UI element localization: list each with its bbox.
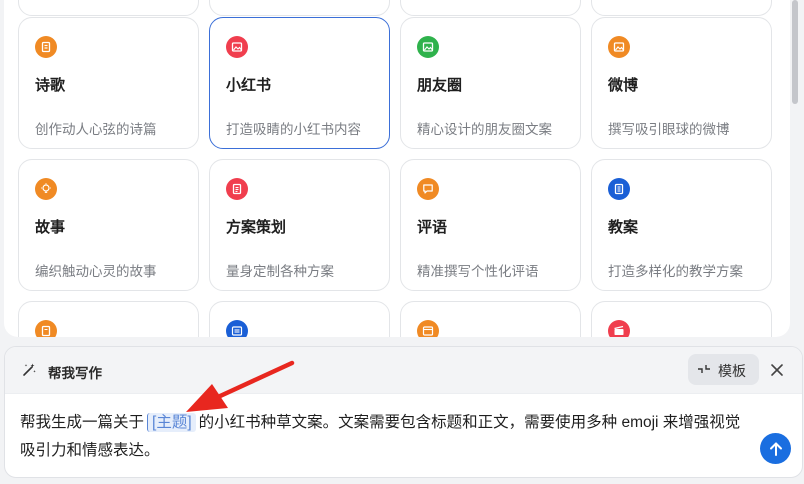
card-description: 精准撰写个性化评语 <box>417 264 539 279</box>
send-button[interactable] <box>760 433 791 464</box>
template-card-story[interactable]: 故事 编织触动心灵的故事 <box>18 159 199 291</box>
film-icon <box>608 320 630 337</box>
card-description: 编织触动心灵的故事 <box>35 264 157 279</box>
scrollbar-thumb[interactable] <box>792 0 798 104</box>
topic-placeholder[interactable]: [主题] <box>147 413 196 432</box>
image-icon <box>417 36 439 58</box>
panel-header: 帮我写作 模板 <box>5 347 802 394</box>
template-card[interactable] <box>209 0 390 16</box>
template-card[interactable] <box>591 301 772 337</box>
template-card[interactable] <box>400 301 581 337</box>
window-icon <box>417 320 439 337</box>
comment-icon <box>417 178 439 200</box>
list-icon <box>226 320 248 337</box>
card-title: 评语 <box>417 219 448 236</box>
panel-title: 帮我写作 <box>48 366 102 381</box>
magic-wand-icon <box>23 363 36 376</box>
card-title: 朋友圈 <box>417 77 463 94</box>
template-card-moments[interactable]: 朋友圈 精心设计的朋友圈文案 <box>400 17 581 149</box>
card-description: 精心设计的朋友圈文案 <box>417 122 552 137</box>
card-description: 创作动人心弦的诗篇 <box>35 122 157 137</box>
card-description: 撰写吸引眼球的微博 <box>608 122 730 137</box>
template-button-label: 模板 <box>718 363 746 379</box>
lightbulb-icon <box>35 178 57 200</box>
template-card[interactable] <box>400 0 581 16</box>
template-card[interactable] <box>209 301 390 337</box>
doc-icon <box>35 36 57 58</box>
template-card-comment[interactable]: 评语 精准撰写个性化评语 <box>400 159 581 291</box>
template-card-planning[interactable]: 方案策划 量身定制各种方案 <box>209 159 390 291</box>
prompt-input[interactable]: 帮我生成一篇关于 [主题] 的小红书种草文案。文案需要包含标题和正文，需要使用多种 … <box>20 409 750 465</box>
card-description: 打造多样化的教学方案 <box>608 264 743 279</box>
image-icon <box>226 36 248 58</box>
card-title: 故事 <box>35 219 66 236</box>
card-title: 小红书 <box>226 77 272 94</box>
template-card[interactable] <box>18 301 199 337</box>
template-card-poem[interactable]: 诗歌 创作动人心弦的诗篇 <box>18 17 199 149</box>
collapse-icon <box>698 365 710 373</box>
template-card-xiaohongshu[interactable]: 小红书 打造吸睛的小红书内容 <box>209 17 390 149</box>
card-description: 打造吸睛的小红书内容 <box>226 122 361 137</box>
template-grid: 诗歌 创作动人心弦的诗篇 小红书 打造吸睛的小红书内容 朋友圈 精心设计的朋友圈… <box>4 0 790 337</box>
card-title: 方案策划 <box>226 219 287 236</box>
card-title: 微博 <box>608 77 639 94</box>
template-card-weibo[interactable]: 微博 撰写吸引眼球的微博 <box>591 17 772 149</box>
template-card-lesson-plan[interactable]: 教案 打造多样化的教学方案 <box>591 159 772 291</box>
close-icon[interactable] <box>768 361 786 379</box>
card-description: 量身定制各种方案 <box>226 264 334 279</box>
template-card[interactable] <box>591 0 772 16</box>
notebook-icon <box>608 178 630 200</box>
book-icon <box>35 320 57 337</box>
clipboard-icon <box>226 178 248 200</box>
template-card[interactable] <box>18 0 199 16</box>
template-button[interactable]: 模板 <box>688 354 759 385</box>
card-title: 诗歌 <box>35 77 66 94</box>
card-title: 教案 <box>608 219 639 236</box>
write-assistant-panel: 帮我写作 模板 帮我生成一篇关于 [主题] 的小红书种草文案。文案需要包含标题和正文… <box>4 346 803 478</box>
image-icon <box>608 36 630 58</box>
prompt-text-before: 帮我生成一篇关于 <box>20 414 145 431</box>
arrow-up-icon <box>769 442 782 456</box>
